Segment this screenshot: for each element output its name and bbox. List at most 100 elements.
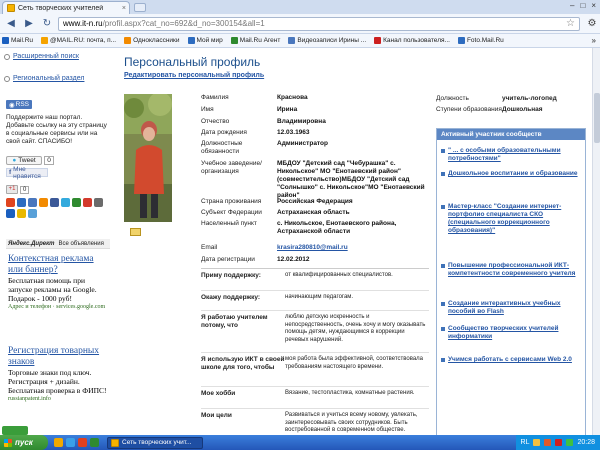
field-value: Астраханская область [277, 209, 350, 216]
bullet-icon [441, 149, 445, 153]
tray-icon[interactable] [566, 439, 574, 446]
bookmark-item[interactable]: @MAIL.RU: почта, п... [41, 37, 116, 44]
tweet-button[interactable]: ● Tweet [6, 156, 42, 165]
forward-arrow-icon[interactable]: ▶ [22, 17, 36, 31]
ad-url[interactable]: Адрес и телефон · services.google.com [8, 304, 108, 310]
quicklaunch-icon[interactable] [78, 438, 87, 447]
share-icon[interactable] [17, 198, 26, 207]
quicklaunch-icon[interactable] [54, 438, 63, 447]
address-bar[interactable]: www.it-n.ru/profil.aspx?cat_no=692&d_no=… [58, 16, 580, 31]
bullet-icon [441, 172, 445, 176]
bookmark-icon [288, 37, 296, 44]
field-value: Российская Федерация [277, 198, 353, 205]
browser-tab[interactable]: Сеть творческих учителей × [2, 1, 130, 14]
tab-close-icon[interactable]: × [122, 5, 129, 12]
window-controls: – □ × [570, 1, 596, 10]
bookmarks-overflow-icon[interactable]: » [592, 36, 600, 45]
wrench-menu-icon[interactable]: ⚙ [584, 18, 600, 29]
bookmark-item[interactable]: Видеозаписи Ирины ... [288, 37, 366, 44]
bookmark-label: Mail.Ru Агент [239, 37, 281, 44]
qa-answer: моя работа была эффективной, соответство… [285, 356, 424, 370]
taskbar-task-label: Сеть творческих учит... [122, 439, 192, 446]
community-item: " ... с особыми образовательными потребн… [441, 147, 583, 163]
field-label: Дата регистрации [201, 256, 255, 263]
bookmark-icon [2, 37, 9, 44]
maximize-button[interactable]: □ [580, 1, 585, 10]
community-link[interactable]: Повышение профессиональной ИКТ-компетент… [448, 262, 583, 278]
edit-profile-link[interactable]: Редактировать персональный профиль [124, 72, 264, 79]
share-icon[interactable] [6, 209, 15, 218]
community-link[interactable]: Дошкольное воспитание и образование [448, 170, 578, 178]
minimize-button[interactable]: – [570, 1, 574, 10]
field-value: 12.03.1963 [277, 129, 310, 136]
bookmark-item[interactable]: Mail.Ru Агент [230, 37, 281, 44]
bookmark-label: Одноклассники [133, 37, 180, 44]
qa-question: Окажу поддержку: [201, 294, 261, 301]
qa-row: Приму поддержку: от квалифицированных спе… [201, 269, 429, 291]
share-icon[interactable] [50, 198, 59, 207]
envelope-icon[interactable] [130, 228, 141, 236]
position-label: Должность [436, 95, 469, 102]
rss-button[interactable]: ◉ RSS [6, 100, 32, 109]
community-link[interactable]: " ... с особыми образовательными потребн… [448, 147, 583, 163]
bookmark-item[interactable]: Одноклассники [124, 37, 180, 44]
language-indicator[interactable]: RL [521, 439, 530, 446]
tray-icon[interactable] [555, 439, 563, 446]
tray-icon[interactable] [544, 439, 552, 446]
clock[interactable]: 20:28 [577, 439, 595, 446]
bookmark-item[interactable]: Mail.Ru [2, 37, 33, 44]
advanced-search-link[interactable]: Расширенный поиск [13, 53, 79, 60]
taskbar-task-button[interactable]: Сеть творческих учит... [107, 436, 203, 449]
share-icon[interactable] [28, 209, 37, 218]
ad-url[interactable]: russianpatent.info [8, 396, 108, 402]
community-link[interactable]: Создание интерактивных учебных пособий в… [448, 300, 583, 316]
quick-launch [54, 438, 99, 447]
url-path: /profil.aspx?cat_no=692&d_no=300154&all=… [102, 19, 265, 28]
qa-question: Мои цели [201, 412, 232, 419]
share-icon[interactable] [39, 198, 48, 207]
field-label: Субъект Федерации [201, 209, 262, 216]
email-link[interactable]: krasira280810@mail.ru [277, 244, 429, 252]
radio-icon[interactable] [4, 75, 10, 82]
share-icon[interactable] [61, 198, 70, 207]
left-sidebar: Расширенный поиск Региональный раздел ◉ R… [2, 48, 112, 435]
field-value: МБДОУ "Детский сад "Чебурашка" с. Николь… [277, 160, 425, 199]
bookmark-item[interactable]: Foto.Mail.Ru [457, 37, 504, 44]
share-icon[interactable] [28, 198, 37, 207]
bookmark-item[interactable]: Канал пользователя... [374, 37, 450, 44]
bookmark-star-icon[interactable]: ☆ [566, 18, 579, 29]
reload-icon[interactable]: ↻ [40, 17, 54, 31]
chrome-icon [111, 438, 119, 447]
share-icon[interactable] [72, 198, 81, 207]
tray-icon[interactable] [533, 439, 541, 446]
bookmark-item[interactable]: Мой мир [187, 37, 223, 44]
field-label: Имя [201, 106, 214, 113]
profile-qa-table: Приму поддержку: от квалифицированных спе… [201, 268, 429, 435]
community-link[interactable]: Сообщество творческих учителей информати… [448, 325, 583, 341]
quicklaunch-icon[interactable] [90, 438, 99, 447]
new-tab-button[interactable] [134, 3, 146, 12]
share-icon[interactable] [94, 198, 103, 207]
close-window-button[interactable]: × [591, 1, 596, 10]
share-icon[interactable] [17, 209, 26, 218]
ad-title[interactable]: Регистрация товарных знаков [8, 346, 108, 368]
ad-title[interactable]: Контекстная реклама или баннер? [8, 254, 108, 276]
back-arrow-icon[interactable]: ◀ [4, 17, 18, 31]
bookmark-label: @MAIL.RU: почта, п... [50, 37, 117, 44]
radio-icon[interactable] [4, 53, 10, 60]
share-icon[interactable] [83, 198, 92, 207]
scrollbar-thumb[interactable] [594, 93, 600, 143]
quicklaunch-icon[interactable] [66, 438, 75, 447]
gplus-button[interactable]: +1 [6, 185, 18, 194]
vertical-scrollbar[interactable] [592, 48, 600, 435]
all-ads-link[interactable]: Все объявления [58, 241, 103, 247]
facebook-like-button[interactable]: f Мне нравится [6, 166, 48, 180]
start-button[interactable]: пуск [0, 435, 48, 450]
community-link[interactable]: Учимся работать с сервисами Web 2.0 [448, 356, 572, 364]
field-label: Населенный пункт [201, 220, 257, 227]
community-link[interactable]: Мастер-класс "Создание интернет-портфоли… [448, 203, 583, 235]
regional-section-link[interactable]: Региональный раздел [13, 75, 84, 82]
share-icon[interactable] [6, 198, 15, 207]
field-label: Email [201, 244, 218, 251]
yandex-direct-label[interactable]: Яндекс.Директ [8, 241, 54, 247]
